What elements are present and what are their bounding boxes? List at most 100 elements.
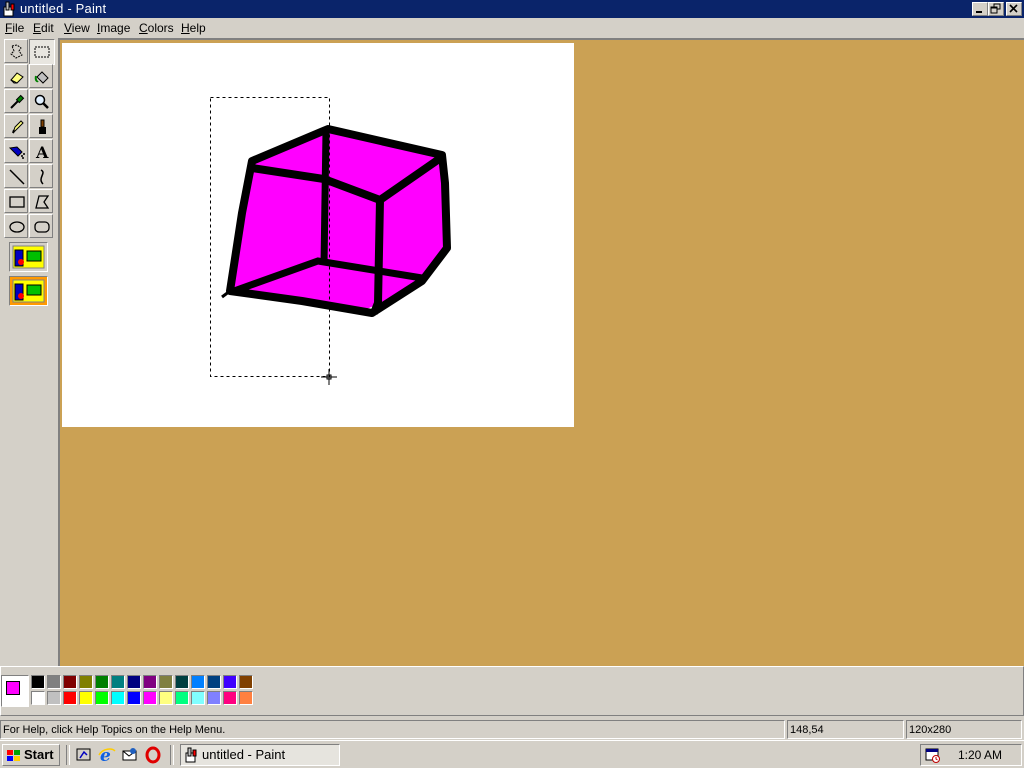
status-help-text: For Help, click Help Topics on the Help …: [0, 720, 785, 739]
palette-color-swatch[interactable]: [47, 691, 61, 705]
tool-fill-with-color[interactable]: [29, 64, 53, 88]
palette-color-swatch[interactable]: [223, 675, 237, 689]
minimize-button[interactable]: [972, 2, 988, 16]
palette-color-swatch[interactable]: [111, 675, 125, 689]
tool-select[interactable]: [29, 39, 55, 65]
palette-color-swatch[interactable]: [95, 675, 109, 689]
rounded-rectangle-icon: [34, 221, 50, 233]
crosshair-cursor: [321, 369, 337, 385]
palette-color-swatch[interactable]: [159, 675, 173, 689]
palette-color-swatch[interactable]: [191, 691, 205, 705]
palette-color-swatch[interactable]: [111, 691, 125, 705]
taskbar-paint-button[interactable]: untitled - Paint: [180, 744, 340, 766]
palette-color-swatch[interactable]: [47, 675, 61, 689]
line-icon: [9, 169, 25, 185]
outlook-express-icon[interactable]: [121, 746, 139, 764]
clock[interactable]: 1:20 AM: [958, 748, 1002, 762]
freeform-select-icon: [10, 44, 23, 59]
close-button[interactable]: [1006, 2, 1022, 16]
opaque-selection-icon: [12, 245, 45, 269]
eyedropper-icon: [10, 94, 25, 109]
paint-task-icon: [185, 747, 197, 763]
paint-app-icon[interactable]: [2, 1, 18, 17]
palette-color-swatch[interactable]: [207, 691, 221, 705]
foreground-color[interactable]: [6, 681, 20, 695]
brush-icon: [39, 119, 46, 134]
tool-eraser[interactable]: [4, 64, 28, 88]
tool-pencil[interactable]: [4, 114, 28, 138]
ellipse-icon: [9, 221, 25, 233]
drawing-canvas[interactable]: [62, 43, 574, 427]
start-label: Start: [24, 747, 54, 762]
palette-color-swatch[interactable]: [31, 675, 45, 689]
magnifier-icon: [34, 94, 49, 109]
palette-color-swatch[interactable]: [143, 675, 157, 689]
taskbar-separator-2: [170, 745, 174, 765]
tool-rectangle[interactable]: [4, 189, 28, 213]
taskbar-separator: [66, 745, 70, 765]
palette-color-swatch[interactable]: [239, 675, 253, 689]
status-cursor-position: 148,54: [787, 720, 904, 739]
rect-select-icon: [34, 46, 50, 58]
palette-color-swatch[interactable]: [79, 691, 93, 705]
windows-logo-icon: [7, 750, 20, 761]
pencil-icon: [12, 120, 24, 134]
palette-color-swatch[interactable]: [79, 675, 93, 689]
tool-polygon[interactable]: [29, 189, 53, 213]
system-tray: 1:20 AM: [920, 744, 1022, 766]
menu-edit[interactable]: Edit: [33, 21, 54, 35]
menu-bar: File Edit View Image Colors Help: [0, 18, 1024, 38]
tool-pick-color[interactable]: [4, 89, 28, 113]
palette-color-swatch[interactable]: [191, 675, 205, 689]
polygon-icon: [35, 195, 50, 209]
palette-color-swatch[interactable]: [63, 675, 77, 689]
palette-color-swatch[interactable]: [239, 691, 253, 705]
show-desktop-icon[interactable]: [75, 746, 93, 764]
palette-color-swatch[interactable]: [63, 691, 77, 705]
airbrush-icon: [8, 146, 25, 159]
menu-view[interactable]: View: [64, 21, 90, 35]
tool-brush[interactable]: [29, 114, 53, 138]
palette-color-swatch[interactable]: [127, 675, 141, 689]
current-colors: [1, 675, 29, 707]
transparent-selection-icon: [12, 279, 45, 303]
menu-file[interactable]: File: [5, 21, 24, 35]
palette-color-swatch[interactable]: [127, 691, 141, 705]
palette-color-swatch[interactable]: [175, 675, 189, 689]
palette-color-swatch[interactable]: [143, 691, 157, 705]
palette-color-swatch[interactable]: [95, 691, 109, 705]
curve-icon: [40, 169, 44, 185]
rectangle-icon: [9, 196, 25, 208]
selection-option-transparent[interactable]: [9, 276, 48, 306]
svg-text:A: A: [35, 143, 49, 161]
tool-text[interactable]: A: [29, 139, 53, 163]
palette-color-swatch[interactable]: [159, 691, 173, 705]
opera-icon[interactable]: [144, 746, 162, 764]
tool-magnifier[interactable]: [29, 89, 53, 113]
tool-curve[interactable]: [29, 164, 53, 188]
palette-color-swatch[interactable]: [31, 691, 45, 705]
palette-color-swatch[interactable]: [175, 691, 189, 705]
window-title: untitled - Paint: [20, 1, 107, 16]
menu-help[interactable]: Help: [181, 21, 206, 35]
title-bar[interactable]: untitled - Paint: [0, 0, 1024, 18]
tool-rounded-rectangle[interactable]: [29, 214, 53, 238]
tool-ellipse[interactable]: [4, 214, 28, 238]
menu-image[interactable]: Image: [97, 21, 130, 35]
palette-color-swatch[interactable]: [207, 675, 221, 689]
toolbox: A: [0, 38, 58, 666]
start-button[interactable]: Start: [2, 744, 60, 766]
palette-color-swatch[interactable]: [223, 691, 237, 705]
selection-option-opaque[interactable]: [9, 242, 48, 272]
menu-colors[interactable]: Colors: [139, 21, 174, 35]
taskbar: Start e untitled - Paint 1:20 AM: [0, 740, 1024, 768]
restore-button[interactable]: [988, 2, 1004, 16]
tool-line[interactable]: [4, 164, 28, 188]
task-label: untitled - Paint: [202, 747, 286, 762]
tool-airbrush[interactable]: [4, 139, 28, 163]
status-selection-size: 120x280: [906, 720, 1022, 739]
status-bar: For Help, click Help Topics on the Help …: [0, 718, 1024, 740]
internet-explorer-icon[interactable]: e: [98, 746, 116, 766]
tool-free-form-select[interactable]: [4, 39, 28, 63]
scheduler-tray-icon[interactable]: [925, 747, 941, 763]
